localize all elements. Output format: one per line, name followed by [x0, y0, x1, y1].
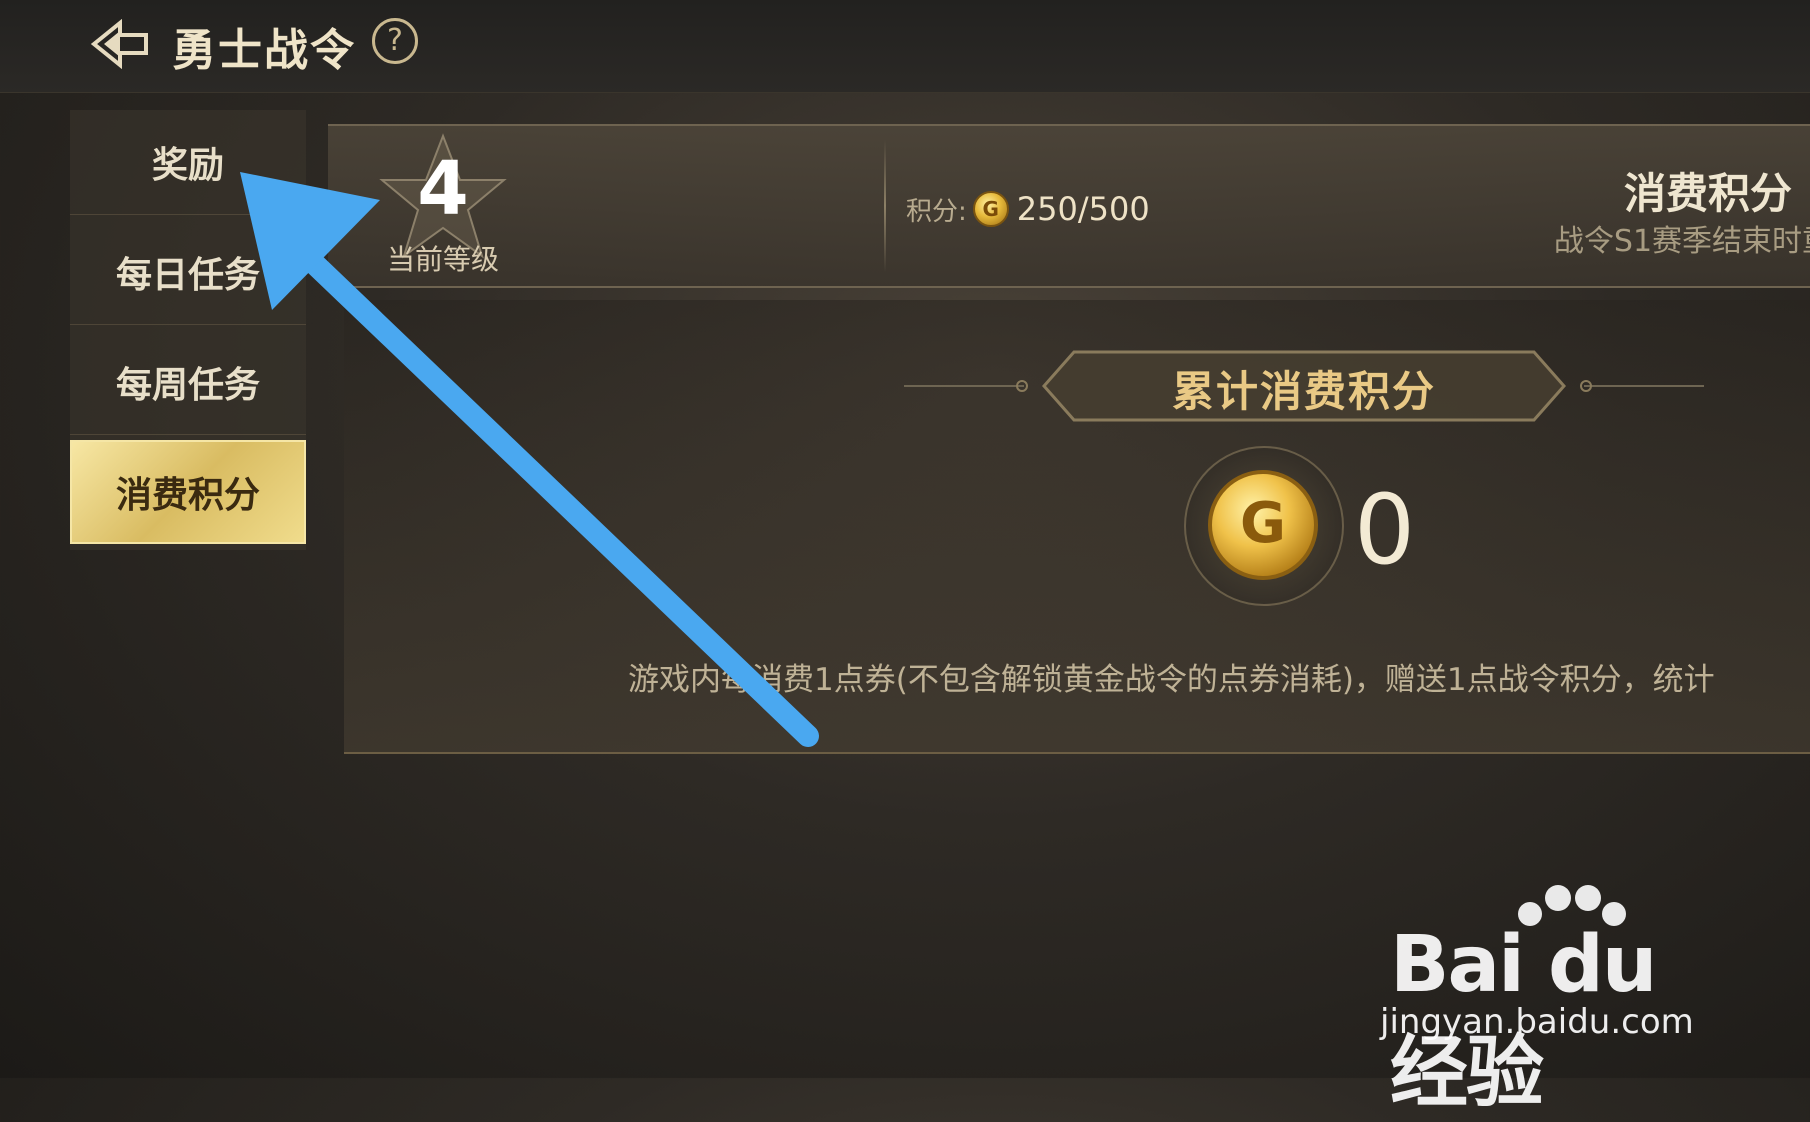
sidebar-item-weekly-tasks[interactable]: 每周任务 — [70, 330, 306, 435]
back-arrow-icon — [90, 19, 148, 69]
sidebar-item-rewards[interactable]: 奖励 — [70, 110, 306, 215]
sidebar-item-label: 每日任务 — [115, 255, 260, 296]
sidebar-item-label: 奖励 — [151, 145, 224, 186]
main-panel: 累计消费积分 G 0 游戏内每消费1点券(不包含解锁黄金战令的点券消耗)，赠送1… — [344, 300, 1810, 754]
divider — [884, 140, 886, 272]
section-subtitle: 战令S1赛季结束时重置 — [1553, 224, 1810, 259]
total-points-value: 0 — [1354, 474, 1416, 586]
page-title: 勇士战令 — [172, 25, 356, 76]
sidebar-item-label: 每周任务 — [115, 365, 260, 406]
gold-coin-icon: G — [1208, 470, 1318, 580]
banner-title: 累计消费积分 — [1171, 367, 1436, 416]
coin-icon: G — [972, 191, 1009, 227]
sidebar-item-daily-tasks[interactable]: 每日任务 — [70, 220, 306, 325]
description-text: 游戏内每消费1点券(不包含解锁黄金战令的点券消耗)，赠送1点战令积分，统计 — [628, 662, 1715, 698]
section-title: 消费积分 — [1623, 169, 1792, 218]
points-row: 积分: G 250/500 — [906, 190, 1150, 228]
info-panel: 4 当前等级 积分: G 250/500 消费积分 战令S1赛季结束时重置 — [328, 124, 1810, 288]
points-value: 250/500 — [1016, 190, 1150, 228]
points-label: 积分: — [906, 196, 967, 227]
watermark-url: jingyan.baidu.com — [1380, 1002, 1694, 1042]
sidebar-item-label: 消费积分 — [115, 475, 260, 516]
help-icon[interactable]: ? — [372, 18, 418, 64]
top-bar: 勇士战令 ? — [0, 0, 1810, 93]
back-button[interactable] — [88, 14, 152, 74]
current-level-label: 当前等级 — [386, 243, 499, 276]
watermark: Bai du 经验 jingyan.baidu.com — [1380, 880, 1720, 1118]
sidebar-item-consumption-points[interactable]: 消费积分 — [70, 440, 306, 544]
current-level-value: 4 — [417, 146, 469, 232]
sidebar: 奖励 每日任务 每周任务 消费积分 — [70, 110, 306, 550]
